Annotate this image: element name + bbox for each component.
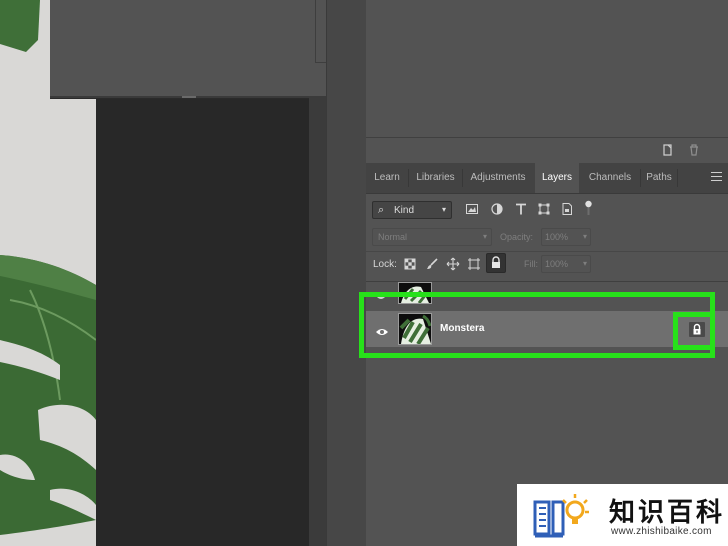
opacity-value: 100% <box>545 232 569 242</box>
layers-panel-dock: Learn Libraries Adjustments Layers Chann… <box>359 0 728 546</box>
filter-kind-label: Kind <box>394 205 415 216</box>
trash-icon[interactable] <box>687 143 701 157</box>
lock-artboard-icon[interactable] <box>467 257 481 271</box>
divider <box>366 251 728 252</box>
tab-layers[interactable]: Layers <box>535 163 579 193</box>
panel-dock-divider[interactable] <box>326 0 368 546</box>
lock-all-button[interactable] <box>486 253 506 273</box>
chevron-down-icon: ▾ <box>582 259 587 268</box>
adjustment-filter-icon[interactable] <box>490 202 504 216</box>
search-icon: ⌕ <box>378 204 385 216</box>
tab-paths[interactable]: Paths <box>641 163 677 193</box>
chevron-down-icon: ▾ <box>582 232 587 241</box>
watermark-url: www.zhishibaike.com <box>611 526 712 537</box>
new-layer-icon[interactable] <box>661 143 675 157</box>
fill-field[interactable]: 100% ▾ <box>541 255 591 273</box>
tab-separator <box>677 169 678 187</box>
tab-channels[interactable]: Channels <box>580 163 640 193</box>
panel-tab-bar: Learn Libraries Adjustments Layers Chann… <box>366 163 728 194</box>
layer-filter-select[interactable]: ⌕ Kind ▾ <box>372 201 452 219</box>
lock-all-icon <box>492 256 500 268</box>
chevron-down-icon: ▾ <box>441 205 446 214</box>
tab-libraries[interactable]: Libraries <box>409 163 462 193</box>
fill-label: Fill: <box>524 259 538 269</box>
upper-panel-toolbar <box>366 138 728 162</box>
lock-paint-icon[interactable] <box>425 257 439 271</box>
fill-value: 100% <box>545 259 569 269</box>
upper-panel-area <box>366 0 728 138</box>
lock-transparency-icon[interactable] <box>403 257 417 271</box>
pixel-filter-icon[interactable] <box>465 202 479 216</box>
highlight-annotation <box>359 292 715 358</box>
type-filter-icon[interactable] <box>514 202 528 216</box>
lock-highlight-annotation <box>673 312 715 350</box>
watermark: 知识百科 www.zhishibaike.com <box>517 484 728 546</box>
shape-filter-icon[interactable] <box>537 202 551 216</box>
chevron-down-icon: ▾ <box>482 232 487 241</box>
opacity-label: Opacity: <box>500 232 534 242</box>
lock-label: Lock: <box>373 259 397 270</box>
filter-toggle-switch[interactable] <box>585 200 592 216</box>
watermark-brand: 知识百科 <box>609 498 726 528</box>
book-bulb-logo <box>533 494 589 538</box>
tab-adjustments[interactable]: Adjustments <box>463 163 533 193</box>
panel-menu-icon[interactable] <box>711 172 722 183</box>
blend-mode-select[interactable]: Normal ▾ <box>372 228 492 246</box>
smart-object-filter-icon[interactable] <box>560 202 574 216</box>
opacity-field[interactable]: 100% ▾ <box>541 228 591 246</box>
canvas-vertical-scrollbar[interactable] <box>309 96 326 546</box>
tab-learn[interactable]: Learn <box>366 163 408 193</box>
blend-mode-value: Normal <box>378 232 408 242</box>
lock-position-icon[interactable] <box>446 257 460 271</box>
canvas-pasteboard <box>96 96 309 546</box>
panel-resize-grip[interactable] <box>182 96 196 98</box>
floating-panel <box>50 0 328 98</box>
